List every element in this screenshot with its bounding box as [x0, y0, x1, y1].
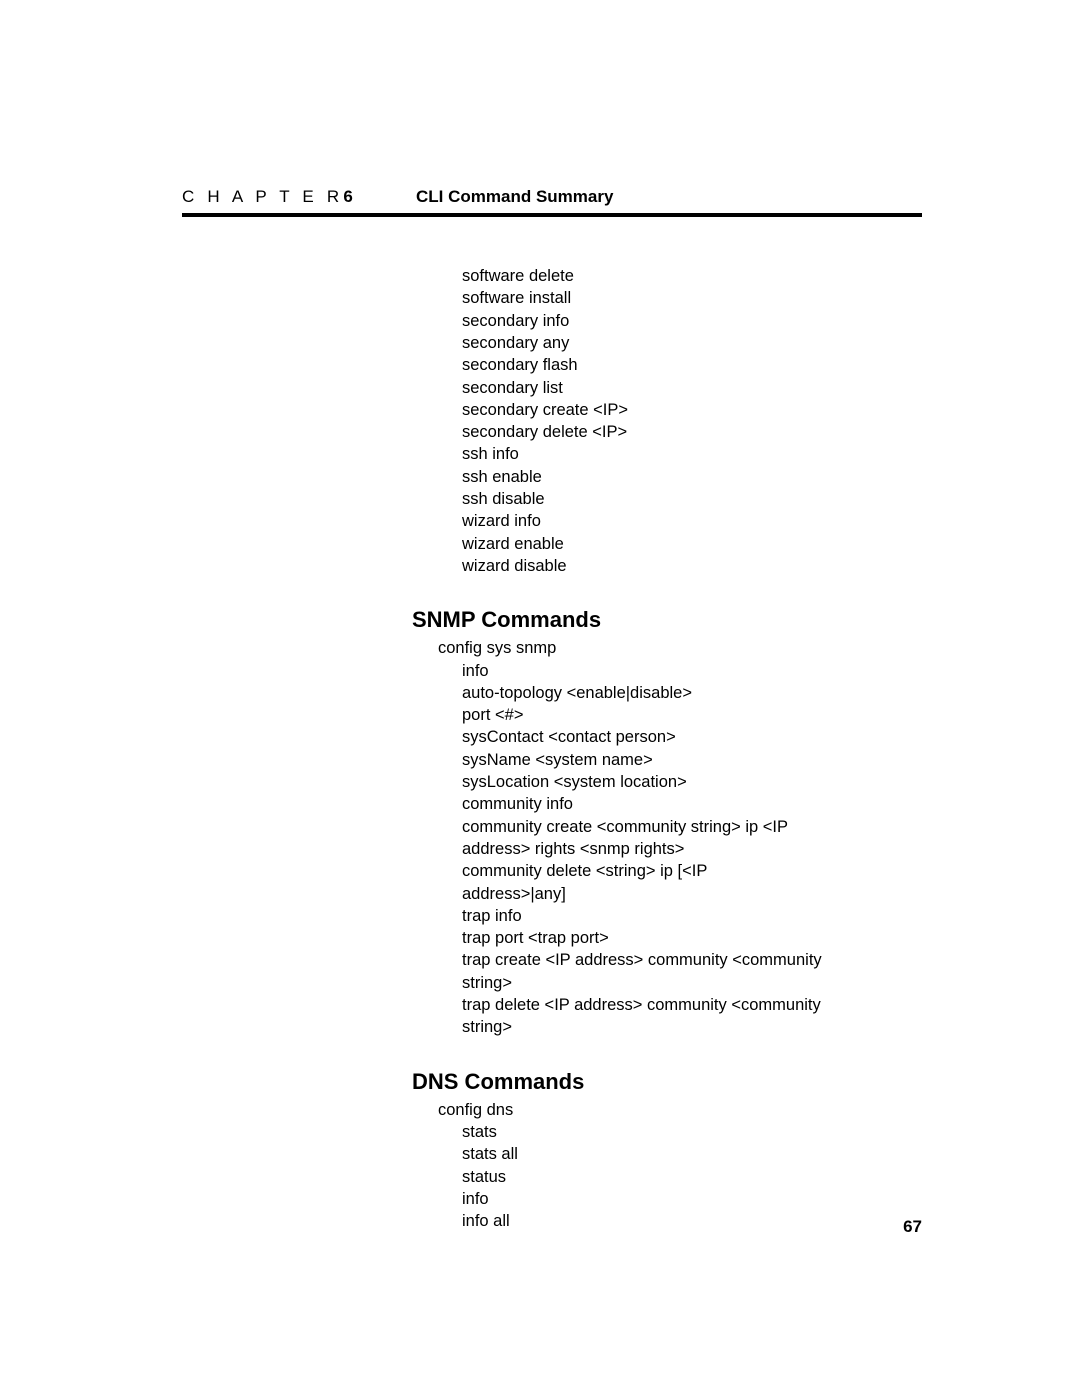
- command-line: info all: [462, 1212, 510, 1231]
- command-line: sysContact <contact person>: [462, 728, 676, 747]
- command-line: string>: [462, 1018, 512, 1037]
- command-line: ssh enable: [462, 467, 542, 486]
- command-line: secondary any: [462, 333, 570, 352]
- command-line: trap create <IP address> community <comm…: [462, 951, 822, 970]
- command-line: trap delete <IP address> community <comm…: [462, 996, 821, 1014]
- command-line: port <#>: [462, 706, 524, 725]
- command-line: address>|any]: [462, 884, 566, 903]
- command-line: secondary delete <IP>: [462, 423, 628, 442]
- command-line: software install: [462, 289, 572, 308]
- command-line: stats all: [462, 1145, 518, 1164]
- command-line: sysName <system name>: [462, 750, 653, 769]
- command-line: wizard info: [462, 512, 541, 531]
- command-line: ssh disable: [462, 490, 545, 508]
- command-line: trap port <trap port>: [462, 929, 609, 948]
- page-number: 67: [903, 1217, 922, 1236]
- command-line: ssh info: [462, 445, 519, 464]
- chapter-label: C H A P T E R6: [182, 186, 353, 208]
- command-line: community info: [462, 795, 573, 814]
- command-line: address> rights <snmp rights>: [462, 839, 685, 858]
- command-line: sysLocation <system location>: [462, 773, 687, 791]
- command-line: stats: [462, 1122, 497, 1141]
- command-line: info: [462, 661, 489, 680]
- chapter-word: C H A P T E R: [182, 187, 344, 206]
- section-heading: DNS Commands: [412, 1068, 585, 1094]
- header-divider: [182, 213, 922, 217]
- command-line: string>: [462, 973, 512, 992]
- section-heading: SNMP Commands: [412, 607, 602, 633]
- command-line: secondary list: [462, 378, 563, 397]
- command-line: wizard enable: [462, 534, 564, 553]
- command-root: config sys snmp: [438, 639, 557, 658]
- command-line: secondary info: [462, 311, 570, 330]
- document-page: C H A P T E R6 CLI Command Summary softw…: [0, 0, 1080, 1397]
- command-line: community delete <string> ip [<IP: [462, 862, 708, 881]
- command-line: community create <community string> ip <…: [462, 817, 789, 836]
- command-line: auto-topology <enable|disable>: [462, 683, 692, 702]
- page-title: CLI Command Summary: [416, 187, 614, 206]
- command-line: secondary create <IP>: [462, 400, 629, 419]
- command-line: info: [462, 1189, 489, 1208]
- command-root: config dns: [438, 1100, 514, 1119]
- command-line: wizard disable: [462, 556, 567, 575]
- command-line: software delete: [462, 267, 574, 285]
- command-line: status: [462, 1167, 507, 1186]
- chapter-number: 6: [343, 187, 353, 206]
- command-line: trap info: [462, 906, 522, 925]
- command-line: secondary flash: [462, 356, 578, 375]
